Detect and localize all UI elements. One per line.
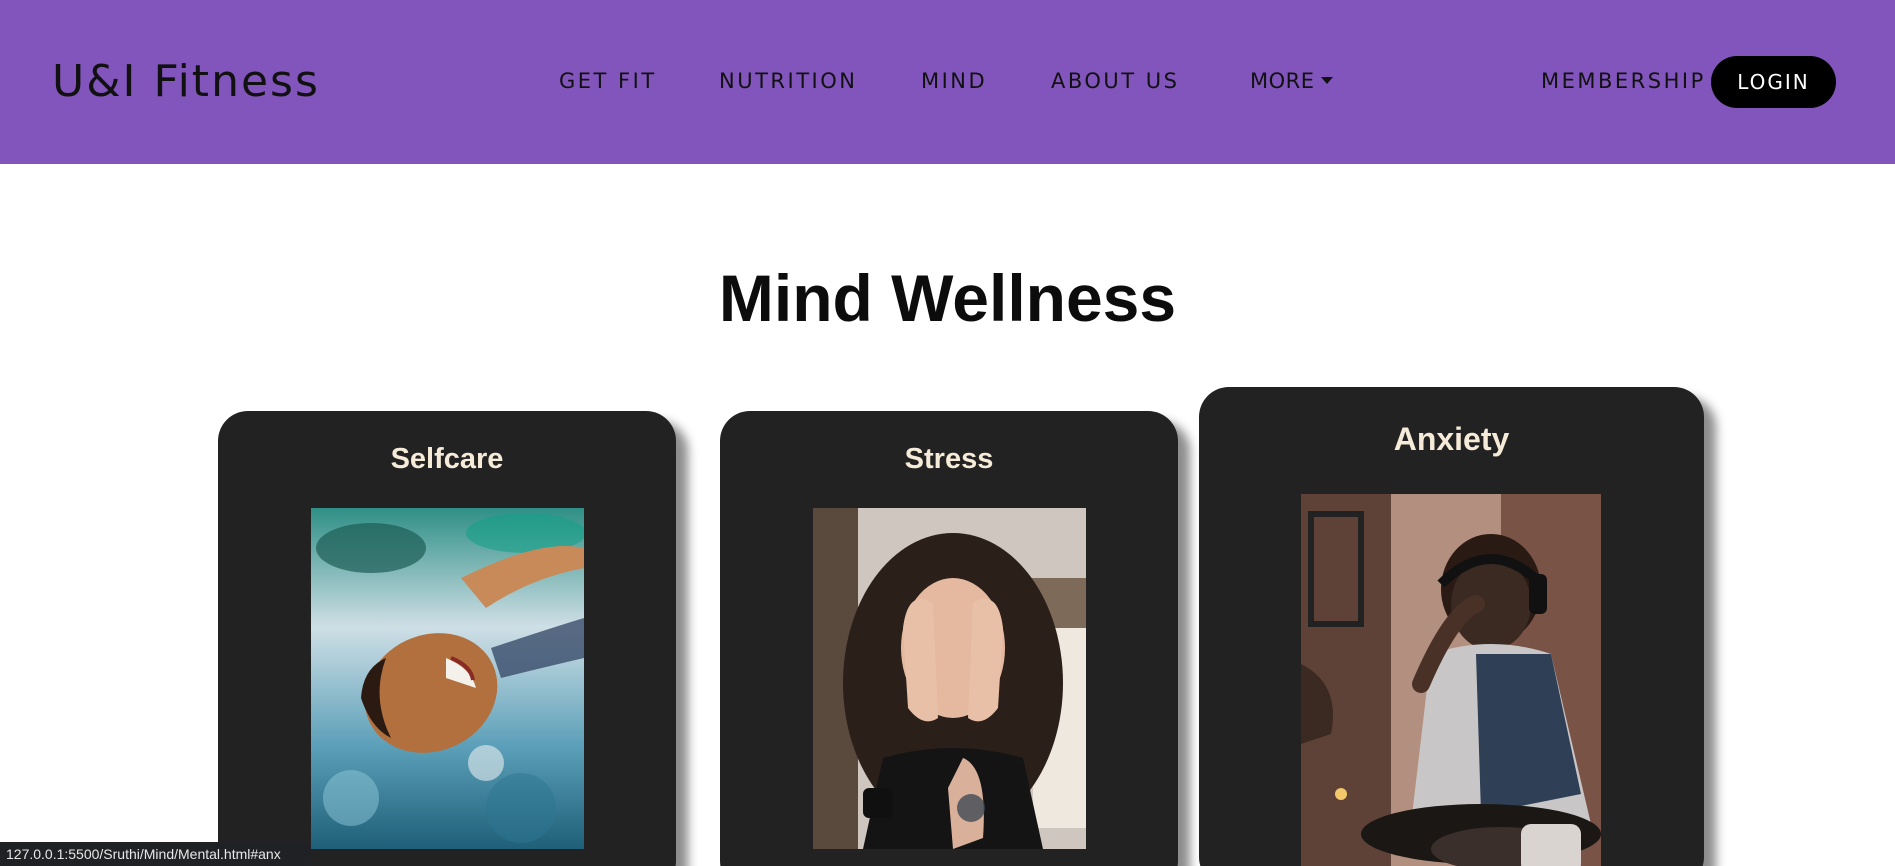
nav-link-membership[interactable]: MEMBERSHIP — [1541, 69, 1706, 93]
card-anxiety[interactable]: Anxiety — [1199, 387, 1704, 866]
anxiety-photo — [1301, 494, 1601, 866]
selfcare-photo — [311, 508, 584, 849]
navbar: U&I Fitness GET FIT NUTRITION MIND ABOUT… — [0, 0, 1895, 164]
browser-status-url: 127.0.0.1:5500/Sruthi/Mind/Mental.html#a… — [0, 842, 311, 866]
card-title: Selfcare — [390, 443, 504, 475]
nav-link-get-fit[interactable]: GET FIT — [559, 69, 657, 93]
nav-more-dropdown[interactable]: MORE — [1250, 69, 1333, 93]
nav-more-label: MORE — [1250, 69, 1315, 93]
nav-link-mind[interactable]: MIND — [921, 69, 987, 93]
page-title: Mind Wellness — [718, 261, 1177, 335]
login-button[interactable]: LOGIN — [1711, 56, 1836, 108]
card-stress[interactable]: Stress — [720, 411, 1178, 866]
nav-link-about-us[interactable]: ABOUT US — [1051, 69, 1180, 93]
caret-down-icon — [1320, 76, 1333, 84]
card-title: Stress — [904, 443, 994, 475]
card-title: Anxiety — [1393, 421, 1510, 457]
nav-link-nutrition[interactable]: NUTRITION — [719, 69, 857, 93]
brand-logo[interactable]: U&I Fitness — [52, 56, 320, 107]
stress-photo — [813, 508, 1086, 849]
card-selfcare[interactable]: Selfcare — [218, 411, 676, 866]
